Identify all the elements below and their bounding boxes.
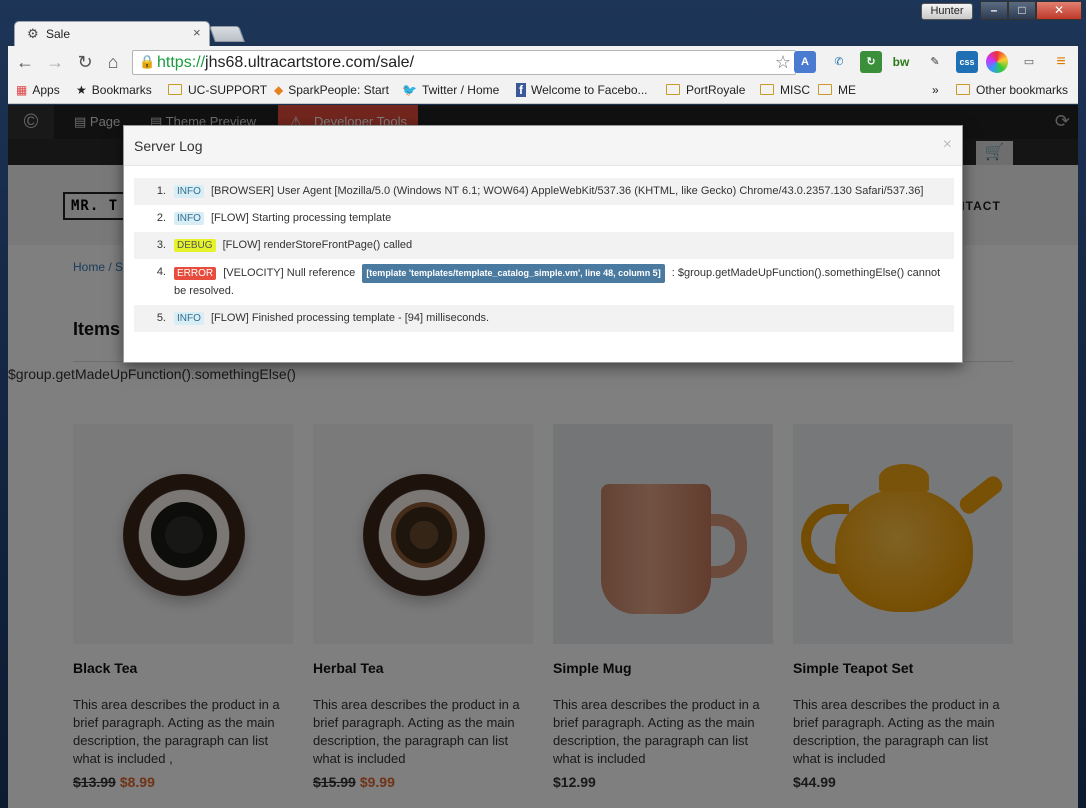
log-message: [BROWSER] User Agent [Mozilla/5.0 (Windo… bbox=[210, 185, 924, 197]
title-bar: ⚙ Sale × Hunter – □ ✕ bbox=[0, 0, 1086, 46]
bw-extension-icon[interactable]: bw bbox=[890, 51, 912, 73]
level-badge: INFO bbox=[174, 185, 204, 198]
bookmark-uc-support[interactable]: UC-SUPPORT bbox=[168, 83, 267, 97]
back-icon[interactable]: ← bbox=[14, 51, 36, 73]
bookmarks-overflow-chevron[interactable]: » bbox=[932, 83, 939, 97]
gear-favicon-icon: ⚙ bbox=[27, 26, 39, 41]
modal-close-button[interactable]: × bbox=[943, 136, 952, 154]
folder-icon bbox=[168, 84, 182, 95]
tab-close-icon[interactable]: × bbox=[193, 25, 201, 40]
log-number: 4. bbox=[156, 266, 166, 278]
log-message: [FLOW] Finished processing template - [9… bbox=[210, 312, 490, 324]
twitter-icon: 🐦 bbox=[402, 83, 417, 97]
facebook-icon: f bbox=[516, 83, 526, 97]
profile-button[interactable]: Hunter bbox=[921, 3, 973, 20]
bookmark-twitter[interactable]: 🐦 Twitter / Home bbox=[402, 83, 499, 97]
folder-icon bbox=[956, 84, 970, 95]
log-entry: 4. ERROR [VELOCITY] Null reference [temp… bbox=[134, 259, 954, 305]
modal-header: Server Log × bbox=[124, 126, 962, 166]
log-message: [FLOW] Starting processing template bbox=[210, 212, 392, 224]
log-entry: 5. INFO [FLOW] Finished processing templ… bbox=[134, 305, 954, 332]
bookmark-facebook[interactable]: f Welcome to Facebo... bbox=[516, 83, 648, 97]
skype-extension-icon[interactable]: ✆ bbox=[828, 51, 850, 73]
css-extension-icon[interactable]: css bbox=[956, 51, 978, 73]
log-entry: 1. INFO [BROWSER] User Agent [Mozilla/5.… bbox=[134, 178, 954, 205]
log-message: [VELOCITY] Null reference bbox=[223, 267, 356, 279]
browser-toolbar: ← → ↻ ⌂ 🔒 https://jhs68.ultracartstore.c… bbox=[8, 46, 1078, 78]
level-badge: DEBUG bbox=[174, 239, 216, 252]
log-message: [FLOW] renderStoreFrontPage() called bbox=[222, 239, 413, 251]
bookmarks-bar: ▦ Apps ★ Bookmarks UC-SUPPORT ◆ SparkPeople… bbox=[8, 78, 1078, 104]
bookmark-sparkpeople[interactable]: ◆ SparkPeople: Start bbox=[274, 83, 389, 97]
color-wheel-extension-icon[interactable] bbox=[986, 51, 1008, 73]
folder-icon bbox=[818, 84, 832, 95]
modal-title: Server Log bbox=[134, 138, 203, 154]
close-window-button[interactable]: ✕ bbox=[1036, 1, 1082, 20]
apps-grid-icon: ▦ bbox=[16, 83, 28, 97]
address-bar[interactable]: 🔒 https://jhs68.ultracartstore.com/sale/… bbox=[132, 50, 796, 75]
browser-tab[interactable]: ⚙ Sale × bbox=[14, 21, 210, 46]
forward-icon[interactable]: → bbox=[44, 51, 66, 73]
reload-icon[interactable]: ↻ bbox=[74, 51, 96, 73]
lock-icon: 🔒 bbox=[139, 54, 156, 69]
log-entry: 3. DEBUG [FLOW] renderStoreFrontPage() c… bbox=[134, 232, 954, 259]
log-entry: 2. INFO [FLOW] Starting processing templ… bbox=[134, 205, 954, 232]
bookmark-bookmarks[interactable]: ★ Bookmarks bbox=[76, 83, 152, 97]
minimize-button[interactable]: – bbox=[980, 1, 1008, 20]
server-log-modal: Server Log × 1. INFO [BROWSER] User Agen… bbox=[123, 125, 963, 363]
level-badge: ERROR bbox=[174, 267, 217, 280]
eyedropper-extension-icon[interactable]: ✎ bbox=[924, 51, 946, 73]
log-number: 3. bbox=[156, 239, 166, 251]
cast-icon[interactable]: ▭ bbox=[1018, 51, 1040, 73]
home-icon[interactable]: ⌂ bbox=[102, 51, 124, 73]
new-tab-button[interactable] bbox=[209, 26, 245, 42]
log-number: 2. bbox=[156, 212, 166, 224]
log-number: 5. bbox=[156, 312, 166, 324]
url-text: https://jhs68.ultracartstore.com/sale/ bbox=[157, 54, 415, 71]
bookmark-misc[interactable]: MISC bbox=[760, 83, 810, 97]
bookmark-other[interactable]: Other bookmarks bbox=[956, 83, 1068, 97]
level-badge: INFO bbox=[174, 312, 204, 325]
menu-icon[interactable]: ≡ bbox=[1050, 51, 1072, 73]
level-badge: INFO bbox=[174, 212, 204, 225]
page-content: © ▤ Page ▤ Theme Preview ⚠ Developer Too… bbox=[8, 105, 1078, 808]
bookmark-apps[interactable]: ▦ Apps bbox=[16, 83, 60, 97]
translate-extension-icon[interactable]: A bbox=[794, 51, 816, 73]
tab-title: Sale bbox=[46, 27, 71, 41]
star-icon: ★ bbox=[76, 83, 87, 97]
folder-icon bbox=[666, 84, 680, 95]
refresh-extension-icon[interactable]: ↻ bbox=[860, 51, 882, 73]
sparkpeople-icon: ◆ bbox=[274, 83, 284, 97]
browser-window: ⚙ Sale × Hunter – □ ✕ ← → ↻ ⌂ 🔒 https://… bbox=[0, 0, 1086, 808]
folder-icon bbox=[760, 84, 774, 95]
bookmark-me[interactable]: ME bbox=[818, 83, 856, 97]
maximize-button[interactable]: □ bbox=[1008, 1, 1036, 20]
log-number: 1. bbox=[156, 185, 166, 197]
bookmark-portroyale[interactable]: PortRoyale bbox=[666, 83, 745, 97]
log-list: 1. INFO [BROWSER] User Agent [Mozilla/5.… bbox=[134, 178, 954, 332]
template-location-badge: [template 'templates/template_catalog_si… bbox=[362, 264, 665, 283]
bookmark-star-icon[interactable]: ☆ bbox=[775, 52, 791, 73]
